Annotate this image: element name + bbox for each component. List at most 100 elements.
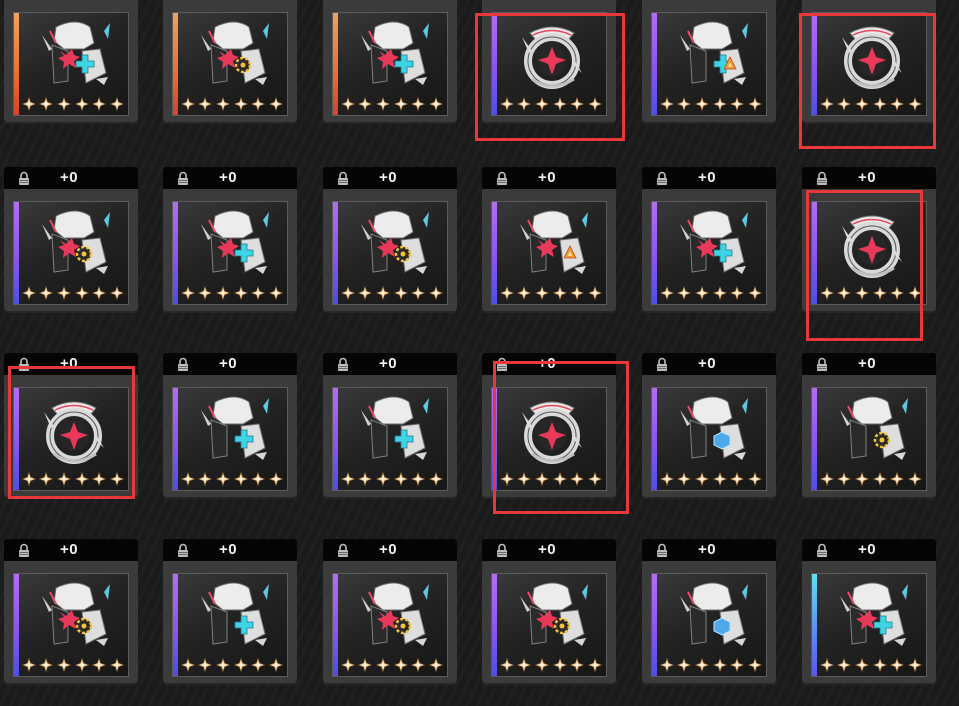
lock-icon[interactable] [655, 543, 669, 558]
star-icon [180, 97, 195, 111]
star-icon [74, 472, 89, 486]
rarity-bar [492, 388, 497, 490]
equipment-card[interactable]: +0 [482, 353, 616, 499]
lock-icon[interactable] [655, 357, 669, 372]
star-icon [92, 472, 107, 486]
equipment-card[interactable]: +0 [163, 167, 297, 313]
equipment-portrait[interactable] [811, 12, 927, 116]
lock-icon[interactable] [336, 357, 350, 372]
enhance-level-label: +0 [219, 169, 238, 186]
card-body [802, 0, 936, 124]
enhance-level-label: +0 [60, 541, 79, 558]
lock-icon[interactable] [336, 171, 350, 186]
equipment-portrait[interactable] [172, 201, 288, 305]
star-icon [393, 472, 408, 486]
equipment-card[interactable] [323, 0, 457, 124]
equipment-portrait[interactable] [811, 573, 927, 677]
equipment-portrait[interactable] [491, 12, 607, 116]
equipment-card[interactable]: +0 [642, 353, 776, 499]
star-icon [819, 658, 834, 672]
lock-icon[interactable] [815, 543, 829, 558]
card-header: +0 [482, 167, 616, 189]
equipment-card[interactable]: +0 [802, 353, 936, 499]
star-icon [517, 472, 532, 486]
equipment-card[interactable]: +0 [323, 539, 457, 685]
star-icon [376, 97, 391, 111]
equipment-art-icon [201, 21, 269, 85]
equipment-art-icon [361, 396, 429, 460]
lock-icon[interactable] [815, 357, 829, 372]
equipment-card[interactable] [802, 0, 936, 124]
equipment-card[interactable] [4, 0, 138, 124]
equipment-portrait[interactable] [13, 387, 129, 491]
equipment-portrait[interactable] [172, 573, 288, 677]
equipment-portrait[interactable] [332, 201, 448, 305]
lock-icon[interactable] [495, 543, 509, 558]
equipment-card[interactable] [482, 0, 616, 124]
equipment-portrait[interactable] [172, 12, 288, 116]
equipment-portrait[interactable] [332, 387, 448, 491]
star-icon [21, 472, 36, 486]
enhance-level-label: +0 [379, 541, 398, 558]
star-rating [498, 657, 604, 673]
equipment-art-icon [201, 582, 269, 646]
equipment-portrait[interactable] [13, 573, 129, 677]
enhance-level-label: +0 [60, 169, 79, 186]
equipment-portrait[interactable] [13, 201, 129, 305]
lock-icon[interactable] [495, 171, 509, 186]
equipment-card[interactable]: +0 [163, 353, 297, 499]
lock-icon[interactable] [17, 543, 31, 558]
star-icon [837, 472, 852, 486]
star-icon [712, 472, 727, 486]
equipment-portrait[interactable] [651, 573, 767, 677]
equipment-card[interactable]: +0 [4, 167, 138, 313]
equipment-card[interactable]: +0 [482, 539, 616, 685]
equipment-card[interactable]: +0 [802, 539, 936, 685]
star-icon [730, 286, 745, 300]
card-header: +0 [802, 539, 936, 561]
star-icon [216, 658, 231, 672]
equipment-portrait[interactable] [651, 201, 767, 305]
equipment-portrait[interactable] [332, 573, 448, 677]
equipment-card[interactable]: +0 [4, 353, 138, 499]
equipment-card[interactable] [642, 0, 776, 124]
equipment-art-icon [361, 582, 429, 646]
lock-icon[interactable] [176, 357, 190, 372]
lock-icon[interactable] [17, 357, 31, 372]
equipment-card[interactable]: +0 [323, 167, 457, 313]
star-icon [855, 286, 870, 300]
equipment-portrait[interactable] [651, 387, 767, 491]
equipment-card[interactable]: +0 [642, 539, 776, 685]
equipment-portrait[interactable] [811, 201, 927, 305]
enhance-level-label: +0 [60, 355, 79, 372]
equipment-portrait[interactable] [491, 573, 607, 677]
equipment-card[interactable]: +0 [323, 353, 457, 499]
star-icon [39, 658, 54, 672]
lock-icon[interactable] [336, 543, 350, 558]
star-icon [748, 658, 763, 672]
equipment-portrait[interactable] [491, 201, 607, 305]
equipment-portrait[interactable] [651, 12, 767, 116]
lock-icon[interactable] [815, 171, 829, 186]
equipment-portrait[interactable] [172, 387, 288, 491]
equipment-card[interactable]: +0 [642, 167, 776, 313]
star-icon [730, 472, 745, 486]
equipment-portrait[interactable] [13, 12, 129, 116]
equipment-card[interactable]: +0 [802, 167, 936, 313]
lock-icon[interactable] [495, 357, 509, 372]
equipment-portrait[interactable] [491, 387, 607, 491]
lock-icon[interactable] [176, 543, 190, 558]
lock-icon[interactable] [17, 171, 31, 186]
star-icon [216, 286, 231, 300]
equipment-card[interactable]: +0 [163, 539, 297, 685]
equipment-card[interactable]: +0 [482, 167, 616, 313]
card-body [642, 561, 776, 685]
equipment-portrait[interactable] [332, 12, 448, 116]
equipment-card[interactable] [163, 0, 297, 124]
lock-icon[interactable] [176, 171, 190, 186]
lock-icon[interactable] [655, 171, 669, 186]
equipment-portrait[interactable] [811, 387, 927, 491]
equipment-card[interactable]: +0 [4, 539, 138, 685]
card-header: +0 [4, 353, 138, 375]
star-icon [855, 472, 870, 486]
